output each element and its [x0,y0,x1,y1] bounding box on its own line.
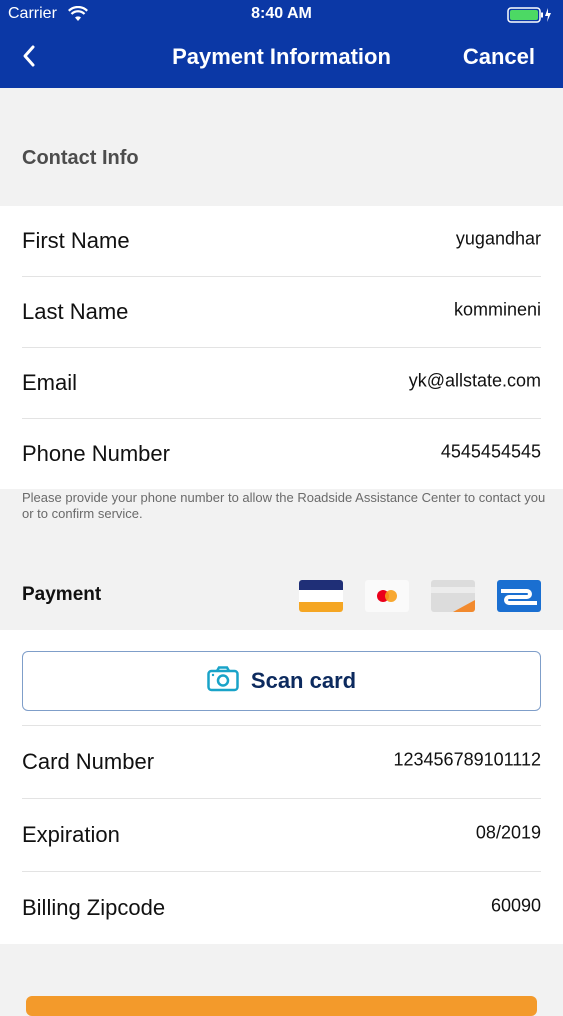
contact-info-header: Contact Info [0,88,563,206]
camera-icon [207,665,239,697]
navigation-bar: Payment Information Cancel [0,30,563,88]
continue-button[interactable] [26,996,537,1016]
first-name-label: First Name [22,228,130,253]
email-label: Email [22,370,78,395]
billing-zipcode-row[interactable]: Billing Zipcode 60090 [22,872,541,944]
accepted-cards [299,580,541,612]
last-name-row[interactable]: Last Name kommineni [22,277,541,348]
payment-header: Payment [0,550,563,630]
mastercard-icon [365,580,409,612]
payment-title: Payment [22,584,102,605]
card-number-row[interactable]: Card Number 123456789101112 [22,726,541,799]
email-row[interactable]: Email yk@allstate.com [22,348,541,419]
email-value[interactable]: yk@allstate.com [409,370,541,391]
last-name-label: Last Name [22,299,129,324]
phone-number-label: Phone Number [22,441,170,466]
expiration-label: Expiration [22,822,120,847]
discover-card-icon [497,580,541,612]
last-name-value[interactable]: kommineni [454,299,541,320]
expiration-row[interactable]: Expiration 08/2019 [22,799,541,872]
generic-card-icon [431,580,475,612]
phone-number-row[interactable]: Phone Number 4545454545 [22,419,541,489]
phone-helper-text: Please provide your phone number to allo… [22,490,546,521]
visa-card-icon [299,580,343,612]
card-number-value[interactable]: 123456789101112 [394,749,542,770]
battery-icon [507,6,553,29]
first-name-value[interactable]: yugandhar [456,228,541,249]
cancel-button[interactable]: Cancel [463,44,535,70]
clock: 8:40 AM [251,5,312,22]
card-number-label: Card Number [22,749,155,774]
expiration-value[interactable]: 08/2019 [476,822,541,843]
scan-card-button[interactable]: Scan card [22,651,541,711]
first-name-row[interactable]: First Name yugandhar [22,206,541,277]
scan-card-label: Scan card [250,668,357,693]
billing-zipcode-value[interactable]: 60090 [491,895,541,916]
status-bar: Carrier 8:40 AM [0,0,563,30]
billing-zipcode-label: Billing Zipcode [22,895,166,920]
phone-number-value[interactable]: 4545454545 [441,441,541,462]
contact-info-title: Contact Info [22,147,139,169]
contact-info-group: First Name yugandhar Last Name kommineni… [0,206,563,489]
